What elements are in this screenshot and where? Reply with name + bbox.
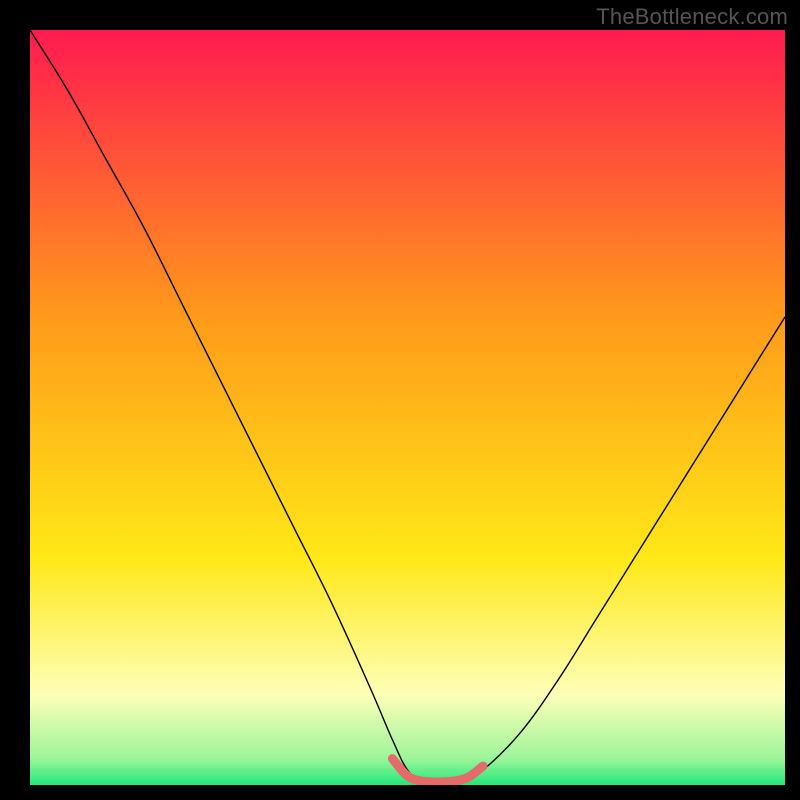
bottleneck-curve (30, 30, 785, 782)
chart-frame: TheBottleneck.com (0, 0, 800, 800)
highlight-segment (392, 759, 483, 782)
watermark-text: TheBottleneck.com (596, 4, 788, 30)
curve-layer (30, 30, 785, 785)
plot-area (30, 30, 785, 785)
